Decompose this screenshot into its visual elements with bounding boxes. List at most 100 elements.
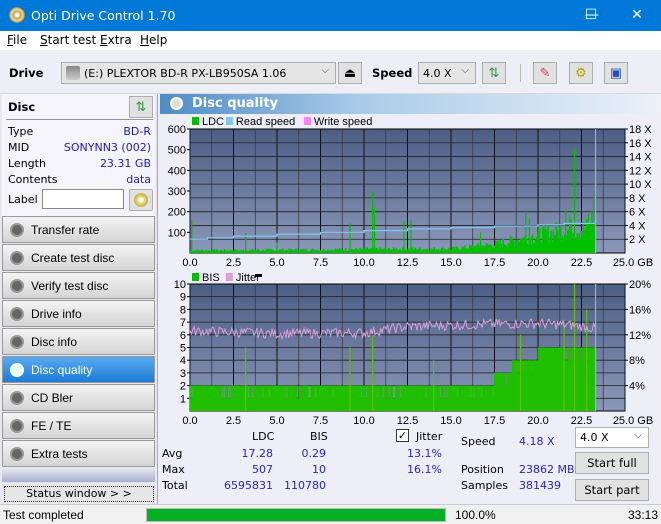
- test-speed-select[interactable]: 4.0 X ⌵: [575, 427, 649, 448]
- start-full-button[interactable]: Start full: [575, 452, 649, 474]
- drive-select[interactable]: (E:) PLEXTOR BD-R PX-LB950SA 1.06 ⌵: [61, 62, 336, 84]
- nav-transfer-rate[interactable]: Transfer rate: [2, 216, 155, 243]
- avg-label: Avg: [162, 447, 183, 460]
- settings-button[interactable]: ⚙: [569, 62, 593, 84]
- menu-file[interactable]: File: [7, 33, 27, 47]
- max-jitter-value: 16.1%: [407, 463, 442, 476]
- x-tick-label: 0.0: [182, 257, 197, 269]
- refresh-arrows-icon: ⇅: [488, 65, 500, 80]
- eraser-icon: ✎: [539, 65, 551, 80]
- max-ldc-value: 507: [252, 463, 273, 476]
- disc-panel-title: Disc: [8, 100, 36, 114]
- y2-tick-label: 12 X: [629, 165, 652, 177]
- nav-disc-quality[interactable]: Disc quality: [2, 356, 155, 383]
- max-bis-value: 10: [312, 463, 326, 476]
- disc-label-button[interactable]: [129, 189, 153, 211]
- jitter-checkbox[interactable]: ✓: [396, 429, 409, 442]
- sidebar: Disc ⇅ Type BD-R MID SONYNN3 (002) Length 2…: [0, 94, 158, 504]
- maximize-button[interactable]: ☐: [568, 0, 614, 31]
- app-disc-icon: [9, 7, 25, 23]
- drive-select-value: (E:) PLEXTOR BD-R PX-LB950SA 1.06: [84, 67, 287, 80]
- save-button[interactable]: ▣: [604, 62, 628, 84]
- avg-ldc-value: 17.28: [241, 447, 274, 460]
- disc-label-input[interactable]: [42, 189, 124, 209]
- nav-extra-tests[interactable]: Extra tests: [2, 440, 155, 467]
- samples-value: 381439: [519, 479, 561, 492]
- disc-refresh-button[interactable]: ⇅: [129, 96, 153, 118]
- window-title: Opti Drive Control 1.70: [31, 8, 176, 23]
- disc-icon: [10, 335, 24, 349]
- stats-area: LDC BIS ✓ Jitter Avg 17.28 0.29 13.1% Ma…: [158, 427, 659, 504]
- disc-type-key: Type: [8, 125, 34, 138]
- disc-row-contents: Contents data: [8, 173, 153, 186]
- menu-extra[interactable]: Extra: [100, 33, 132, 47]
- chevron-down-icon: ⌵: [321, 65, 329, 76]
- eject-icon: ⏏: [343, 65, 357, 80]
- nav-label: Disc info: [31, 335, 78, 349]
- menu-file-label: ile: [13, 33, 28, 47]
- erase-button[interactable]: ✎: [533, 62, 557, 84]
- y2-tick-label: 4 X: [629, 220, 646, 232]
- nav-cd-bler[interactable]: CD Bler: [2, 384, 155, 411]
- nav-spacer: [2, 468, 155, 482]
- disc-mid-value: SONYNN3 (002): [63, 141, 151, 154]
- y2-tick-label: 2 X: [629, 234, 646, 246]
- max-label: Max: [162, 463, 185, 476]
- x-tick-label: 10.0: [353, 415, 374, 427]
- y-tick-label: 1: [180, 393, 186, 405]
- legend-label-read-speed: Read speed: [236, 116, 295, 128]
- y-tick-label: 100: [168, 227, 186, 239]
- x-tick-label: 7.5: [313, 415, 328, 427]
- menu-help[interactable]: Help: [140, 33, 167, 47]
- floppy-disk-icon: ▣: [609, 65, 623, 80]
- disc-row-mid: MID SONYNN3 (002): [8, 141, 153, 154]
- test-speed-value: 4.0 X: [580, 431, 609, 444]
- x-tick-label: 25.0 GB: [613, 415, 653, 427]
- speed-select[interactable]: 4.0 X ⌵: [418, 62, 476, 84]
- charts-svg: LDC Read speed Write speed0.0 2.5 5.0 7.5 10.0…: [168, 116, 654, 427]
- disc-contents-value: data: [126, 173, 151, 186]
- disc-length-key: Length: [8, 157, 46, 170]
- y-tick-label: 9: [180, 292, 186, 304]
- y-tick-label: 10: [174, 279, 186, 291]
- start-part-button[interactable]: Start part: [575, 479, 649, 501]
- menu-bar: File Start test Extra Help: [0, 31, 661, 50]
- disc-info-panel: Disc ⇅ Type BD-R MID SONYNN3 (002) Length 2…: [2, 94, 155, 217]
- nav-fe-te[interactable]: FE / TE: [2, 412, 155, 439]
- menu-start-test[interactable]: Start test: [40, 33, 96, 47]
- disc-row-length: Length 23.31 GB: [8, 157, 153, 170]
- nav-disc-info[interactable]: Disc info: [2, 328, 155, 355]
- x-tick-label: 2.5: [226, 257, 241, 269]
- menu-help-label: elp: [149, 33, 168, 47]
- x-tick-label: 15.0: [440, 415, 461, 427]
- menu-extra-label: xtra: [107, 33, 132, 47]
- eject-button[interactable]: ⏏: [338, 62, 362, 84]
- col-bis-header: BIS: [310, 430, 328, 443]
- y-tick-label: 3: [180, 368, 186, 380]
- legend-label-write-speed: Write speed: [314, 116, 373, 128]
- refresh-button[interactable]: ⇅: [482, 62, 506, 84]
- close-button[interactable]: ✕: [614, 0, 660, 31]
- y2-tick-label: 8%: [629, 355, 645, 367]
- status-window-button[interactable]: Status window > >: [4, 486, 154, 502]
- menu-start-label: tart test: [47, 33, 97, 47]
- col-ldc-header: LDC: [252, 430, 275, 443]
- cd-icon: [134, 193, 148, 207]
- nav-drive-info[interactable]: Drive info: [2, 300, 155, 327]
- y2-tick-label: 10 X: [629, 179, 652, 191]
- disc-icon: [10, 223, 24, 237]
- disc-label-key: Label: [8, 193, 38, 206]
- nav-verify-test-disc[interactable]: Verify test disc: [2, 272, 155, 299]
- y-tick-label: 200: [168, 207, 186, 219]
- samples-label: Samples: [461, 479, 508, 492]
- x-tick-label: 22.5: [571, 415, 592, 427]
- y-tick-label: 6: [180, 330, 186, 342]
- nav-label: Extra tests: [31, 447, 88, 461]
- legend-swatch: [192, 273, 199, 281]
- nav-create-test-disc[interactable]: Create test disc: [2, 244, 155, 271]
- disc-icon: [10, 307, 24, 321]
- legend-swatch: [192, 117, 199, 125]
- x-tick-label: 17.5: [484, 415, 505, 427]
- x-tick-label: 20.0: [527, 257, 548, 269]
- elapsed-time: 33:13: [628, 508, 659, 522]
